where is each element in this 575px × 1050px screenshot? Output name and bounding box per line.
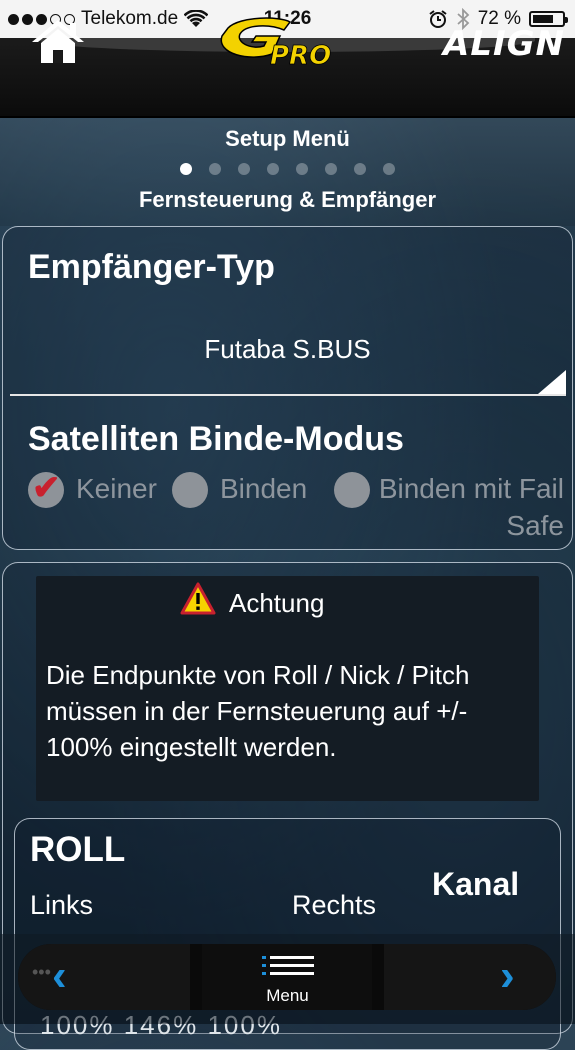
satellite-bind-mode-label: Satelliten Binde-Modus (28, 420, 404, 458)
channel-label: Kanal (432, 866, 520, 902)
bind-mode-radio-group: ✔ Keiner Binden Binden mit Fail Safe (28, 469, 568, 550)
menu-label: Menu (266, 986, 309, 1005)
section-title: Fernsteuerung & Empfänger (138, 187, 437, 212)
radio-binden-fail-safe[interactable] (334, 472, 370, 508)
radio-keiner[interactable]: ✔ (28, 469, 64, 508)
page-dot[interactable] (238, 163, 250, 175)
page-dot[interactable] (267, 163, 279, 175)
radio-binden[interactable] (172, 472, 208, 508)
radio-label-binden-fail-safe: Binden mit Fail Safe (378, 473, 564, 541)
receiver-type-dropdown[interactable]: Futaba S.BUS (0, 334, 575, 365)
page-indicator[interactable] (0, 163, 575, 175)
receiver-type-label: Empfänger-Typ (28, 248, 275, 286)
chevron-right-icon[interactable]: › (500, 954, 515, 998)
right-label: Rechts (292, 890, 377, 920)
warning-icon (180, 582, 216, 615)
divider (10, 394, 566, 396)
page-dot[interactable] (209, 163, 221, 175)
checkmark-icon: ✔ (32, 469, 61, 507)
dots-icon: ••• (32, 962, 51, 982)
home-icon[interactable] (28, 16, 88, 66)
warning-text: Die Endpunkte von Roll / Nick / Pitch mü… (46, 660, 470, 762)
page-dot[interactable] (383, 163, 395, 175)
page-dot[interactable] (296, 163, 308, 175)
radio-label-keiner: Keiner (76, 473, 157, 504)
page-dot[interactable] (354, 163, 366, 175)
roll-title: ROLL (30, 830, 126, 869)
page-dot[interactable] (325, 163, 337, 175)
svg-text:PRO: PRO (270, 41, 331, 70)
radio-label-binden: Binden (220, 473, 308, 504)
page-dot[interactable] (180, 163, 192, 175)
battery-fill (533, 15, 554, 23)
align-logo: ALIGN (443, 24, 565, 64)
gpro-logo: PRO (220, 17, 332, 70)
menu-icon[interactable] (262, 955, 314, 983)
left-label: Links (30, 890, 94, 920)
dropdown-corner-icon[interactable] (538, 370, 566, 394)
warning-title: Achtung (229, 588, 325, 618)
page-title: Setup Menü (225, 126, 350, 151)
